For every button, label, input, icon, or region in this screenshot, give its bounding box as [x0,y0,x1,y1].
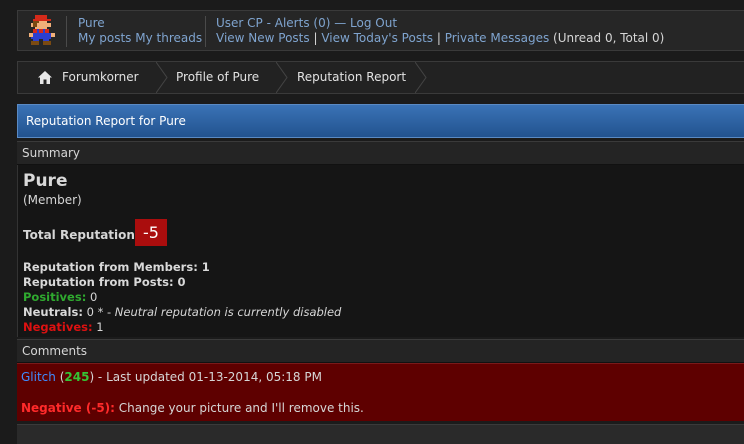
stat-from-posts: Reputation from Posts: 0 [23,275,186,289]
separator-dash: — [330,16,351,30]
divider [205,16,206,47]
user-bar: Pure My posts My threads User CP - Alert… [17,10,744,51]
user-cp-link[interactable]: User CP [216,16,263,30]
divider [66,16,67,47]
comment-item: Glitch (245) - Last updated 01-13-2014, … [17,363,744,421]
breadcrumb-item-profile[interactable]: Profile of Pure [176,62,259,93]
username-link[interactable]: Pure [78,16,105,30]
separator-pipe: | [433,31,445,45]
account-links: User CP - Alerts (0) — Log Out View New … [216,16,664,46]
my-threads-link[interactable]: My threads [135,31,202,45]
avatar[interactable] [29,15,55,45]
page-title: Reputation Report for Pure [17,104,744,138]
home-icon[interactable] [38,71,52,84]
summary-section-title: Summary [17,141,744,165]
stat-neutrals: Neutrals: 0 * - Neutral reputation is cu… [23,305,342,319]
my-posts-link[interactable]: My posts [78,31,131,45]
breadcrumb-separator [156,62,168,93]
breadcrumb-separator [415,62,427,93]
pm-counts: (Unread 0, Total 0) [549,31,665,45]
breadcrumb: Forumkorner Profile of Pure Reputation R… [17,61,744,94]
separator-dash: - [262,16,275,30]
comments-section-title: Comments [17,339,744,363]
user-links: Pure My posts My threads [78,16,202,46]
profile-username: Pure [23,171,68,191]
total-reputation-label: Total Reputation: [23,228,140,242]
stat-from-members: Reputation from Members: 1 [23,260,210,274]
user-title: (Member) [23,193,82,207]
separator-pipe: | [309,31,322,45]
total-reputation-badge: -5 [135,219,167,246]
logout-link[interactable]: Log Out [350,16,397,30]
view-new-posts-link[interactable]: View New Posts [216,31,310,45]
comment-text: Change your picture and I'll remove this… [114,401,364,415]
reputation-stats: Reputation from Members: 1 Reputation fr… [23,260,341,335]
comment-author-link[interactable]: Glitch [21,370,56,384]
stat-positives: Positives: 0 [23,290,98,304]
comment-meta: Glitch (245) - Last updated 01-13-2014, … [21,370,322,384]
stat-negatives: Negatives: 1 [23,320,104,334]
author-reputation-link[interactable]: 245 [64,370,89,384]
summary-panel: Pure (Member) Total Reputation: -5 Reput… [17,165,744,337]
breadcrumb-separator [276,62,288,93]
comment-body: Negative (-5): Change your picture and I… [21,401,364,415]
footer-strip [17,424,744,444]
alerts-link[interactable]: Alerts (0) [275,16,331,30]
view-todays-posts-link[interactable]: View Today's Posts [321,31,433,45]
private-messages-link[interactable]: Private Messages [445,31,550,45]
breadcrumb-item-current: Reputation Report [297,70,407,84]
breadcrumb-item-forumkorner[interactable]: Forumkorner [62,62,139,93]
comment-rating: Negative (-5): [21,401,115,415]
